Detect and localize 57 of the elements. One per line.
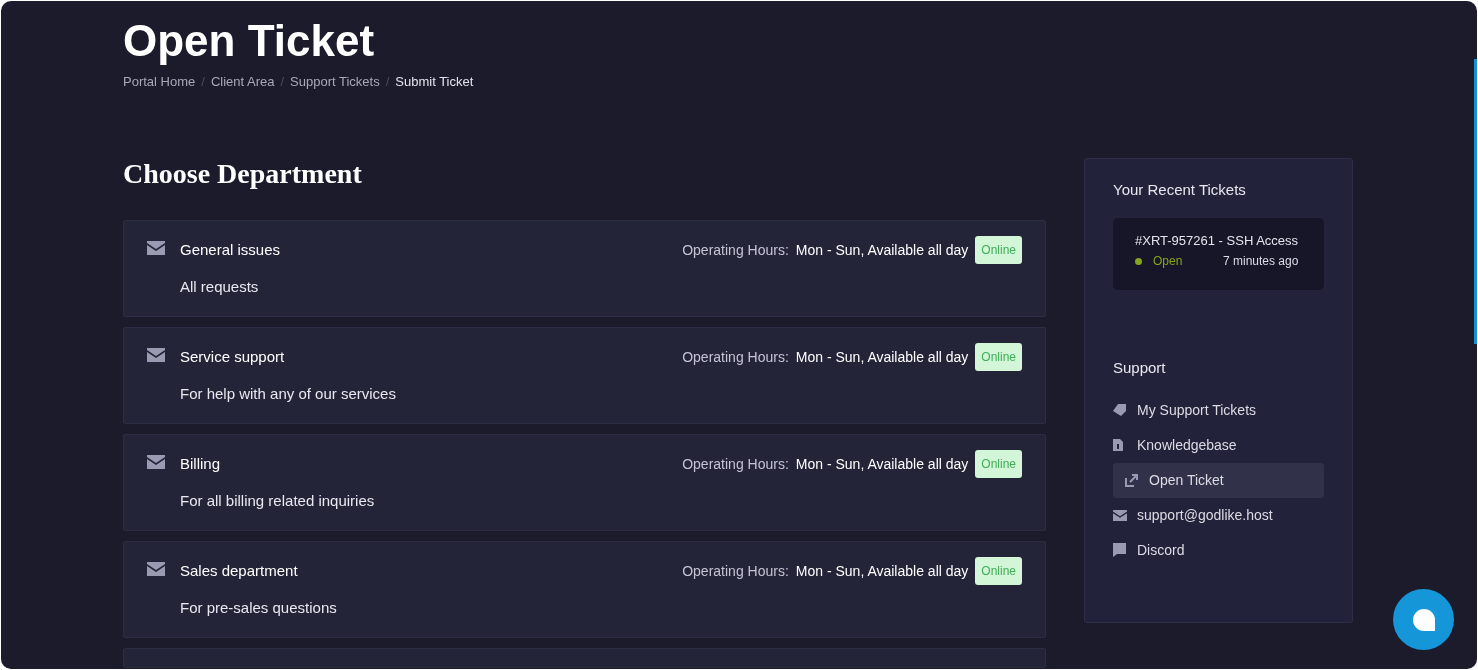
hours-label: Operating Hours: [682,454,789,474]
hours-label: Operating Hours: [682,347,789,367]
envelope-icon [1113,509,1127,521]
chat-icon [1113,543,1126,557]
sidebar-link[interactable]: Open Ticket [1113,462,1324,498]
department-card[interactable]: Billing For all billing related inquiries Operating Hours: Mon - Sun, Available all day Online [123,433,1046,531]
envelope-icon [147,347,165,362]
ticket-time: 7 minutes ago [1223,253,1299,270]
document-icon [1113,439,1123,451]
panel-heading: Support [1113,358,1166,378]
status-badge: Online [975,342,1022,371]
breadcrumb-link[interactable]: Portal Home [123,72,196,92]
breadcrumb-separator: / [280,73,285,91]
sidebar-link[interactable]: Knowledgebase [1113,427,1324,463]
ticket-status: Open [1153,253,1184,270]
hours-value: Mon - Sun, Available all day [795,240,969,260]
department-card[interactable]: General issues All requests Operating Hours: Mon - Sun, Available all day Online [123,219,1046,317]
section-heading: Choose Department [123,156,362,191]
status-badge: Online [975,235,1022,264]
hours-value: Mon - Sun, Available all day [795,561,969,581]
envelope-icon [147,561,165,576]
status-badge: Online [975,449,1022,478]
ticket-subject: #XRT-957261 - SSH Access [1135,232,1299,250]
page-title: Open Ticket [123,15,375,67]
chat-bubble-icon [1412,608,1435,631]
hours-label: Operating Hours: [682,561,789,581]
hours-value: Mon - Sun, Available all day [795,454,969,474]
scrollbar[interactable] [1474,59,1477,344]
sidebar-link[interactable]: support@godlike.host [1113,497,1324,533]
department-description: For help with any of our services [180,383,396,404]
department-name[interactable]: Service support [180,345,285,368]
breadcrumb-link[interactable]: Client Area [210,72,275,92]
department-name[interactable]: Sales department [180,559,298,582]
department-name[interactable]: General issues [180,238,281,261]
department-name[interactable]: Billing [180,452,221,475]
breadcrumb-link[interactable]: Support Tickets [290,72,380,92]
hours-value: Mon - Sun, Available all day [795,347,969,367]
external-link-icon [1125,473,1138,487]
envelope-icon [147,454,165,469]
breadcrumb-separator: / [385,73,390,91]
department-description: For all billing related inquiries [180,490,375,511]
panel-heading: Your Recent Tickets [1113,179,1246,200]
department-card[interactable] [123,647,1046,668]
recent-ticket-card[interactable]: #XRT-957261 - SSH Access Open 7 minutes ago [1113,218,1324,290]
department-card[interactable]: Sales department For pre-sales questions Operating Hours: Mon - Sun, Available all day Online [123,540,1046,638]
tag-icon [1113,404,1126,416]
department-description: For pre-sales questions [180,597,337,618]
envelope-icon [147,240,165,255]
breadcrumb-separator: / [201,73,205,91]
breadcrumb-current[interactable]: Submit Ticket [395,72,474,92]
hours-label: Operating Hours: [682,240,789,260]
status-badge: Online [975,556,1022,585]
department-card[interactable]: Service support For help with any of our services Operating Hours: Mon - Sun, Available all day Online [123,326,1046,424]
sidebar-link[interactable]: Discord [1113,532,1324,568]
department-description: All requests [180,276,259,297]
sidebar-link[interactable]: My Support Tickets [1113,392,1324,428]
chat-button[interactable] [1393,589,1454,650]
